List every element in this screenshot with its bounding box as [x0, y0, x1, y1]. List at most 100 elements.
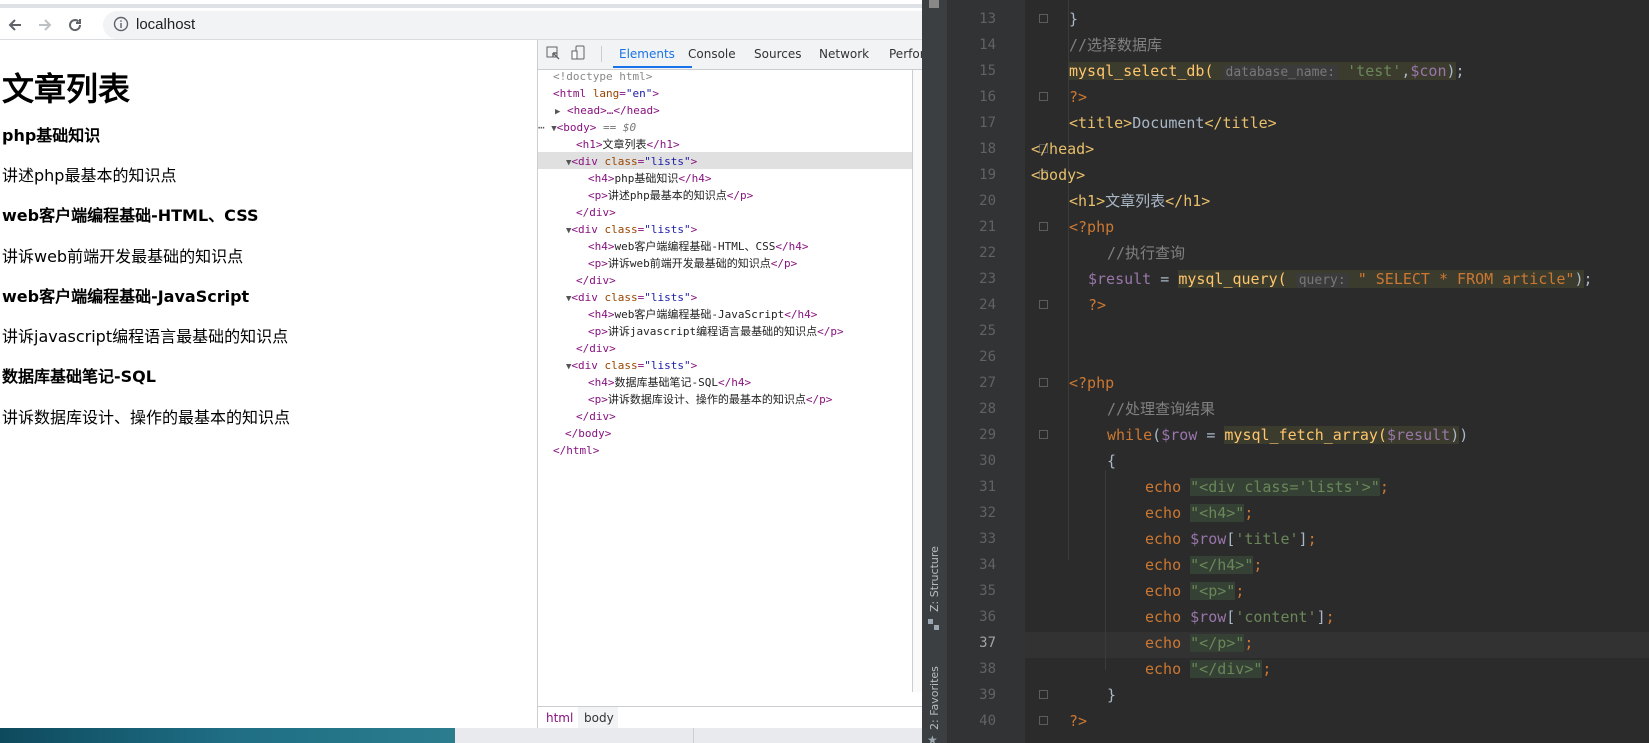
line-number-gutter: 13 14 15 16 17 18 19 20 21 22 23 24 25 2… [948, 0, 1048, 743]
divider [601, 46, 602, 62]
code-line: <?php [1069, 218, 1115, 236]
code-line: <?php [1069, 374, 1115, 392]
article-content: 讲述php最基本的知识点 [2, 166, 177, 185]
line-number: 14 [979, 37, 996, 53]
devtools-panel: Elements Console Sources Network Perfor … [537, 40, 922, 728]
line-number: 17 [979, 115, 996, 131]
code-line: echo $row['content']; [1145, 608, 1335, 626]
code-line: ?> [1088, 296, 1107, 314]
line-number: 22 [979, 245, 996, 261]
structure-icon [928, 618, 940, 636]
breadcrumb-body[interactable]: body [584, 711, 614, 725]
dom-body-open[interactable]: ⋯ ▼<body> == $0 [538, 119, 636, 136]
article-title: web客户端编程基础-HTML、CSS [2, 206, 259, 225]
page-title: 文章列表 [2, 70, 131, 108]
code-line: echo "</h4>"; [1145, 556, 1263, 574]
code-line: //执行查询 [1107, 244, 1186, 262]
dom-div-close[interactable]: </div> [576, 408, 616, 425]
reload-icon[interactable] [64, 14, 86, 36]
url-text: localhost [136, 16, 196, 33]
dom-p[interactable]: <p>讲诉javascript编程语言最基础的知识点</p> [588, 323, 844, 340]
desktop-background [0, 728, 455, 743]
line-number: 40 [979, 713, 996, 729]
dom-head[interactable]: ▶ <head>…</head> [555, 102, 660, 119]
line-number: 26 [979, 349, 996, 365]
page-content: 文章列表 php基础知识 讲述php最基本的知识点 web客户端编程基础-HTM… [0, 40, 537, 728]
dom-p[interactable]: <p>讲述php最基本的知识点</p> [588, 187, 753, 204]
line-number: 39 [979, 687, 996, 703]
dom-html-open[interactable]: <html lang="en"> [553, 85, 659, 102]
line-number: 19 [979, 167, 996, 183]
article-content: 讲诉web前端开发最基础的知识点 [2, 247, 244, 266]
dom-p[interactable]: <p>讲诉web前端开发最基础的知识点</p> [588, 255, 797, 272]
dom-div-lists[interactable]: ▼<div class="lists"> [566, 221, 697, 238]
browser-window: localhost 文章列表 php基础知识 讲述php最基本的知识点 web客… [0, 0, 922, 728]
dom-h4[interactable]: <h4>web客户端编程基础-HTML、CSS</h4> [588, 238, 808, 255]
code-line: <body> [1031, 166, 1086, 184]
info-icon[interactable] [113, 16, 129, 37]
devtools-tabbar: Elements Console Sources Network Perfor [538, 40, 922, 70]
dom-h4[interactable]: <h4>php基础知识</h4> [588, 170, 712, 187]
line-number: 32 [979, 505, 996, 521]
dom-body-close[interactable]: </body> [565, 425, 611, 442]
article-title: 数据库基础笔记-SQL [2, 367, 156, 386]
code-line: } [1107, 686, 1117, 704]
code-line: while($row = mysql_fetch_array($result)) [1107, 426, 1469, 444]
current-line-highlight [1025, 632, 1649, 658]
code-line: echo "</div>"; [1145, 660, 1272, 678]
line-number: 33 [979, 531, 996, 547]
tool-window-structure[interactable]: Z: Structure [928, 546, 941, 612]
dom-html-close[interactable]: </html> [553, 442, 599, 459]
taskbar-area [455, 728, 922, 743]
dom-div-lists[interactable]: ▼<div class="lists"> [566, 153, 697, 170]
code-editor[interactable]: } //选择数据库 mysql_select_db( database_name… [1025, 0, 1649, 743]
tab-elements[interactable]: Elements [619, 47, 675, 61]
dom-h4[interactable]: <h4>web客户端编程基础-JavaScript</h4> [588, 306, 817, 323]
code-line: echo "<p>"; [1145, 582, 1245, 600]
code-line: //处理查询结果 [1107, 400, 1216, 418]
styles-pane-edge[interactable] [912, 70, 922, 692]
dom-div-close[interactable]: </div> [576, 204, 616, 221]
dom-div-lists[interactable]: ▼<div class="lists"> [566, 289, 697, 306]
code-line: </head> [1031, 140, 1095, 158]
project-icon[interactable] [929, 0, 939, 8]
indent-guide [1105, 470, 1106, 670]
line-number-current: 37 [979, 635, 996, 651]
tab-performance[interactable]: Perfor [889, 47, 922, 61]
forward-icon[interactable] [34, 14, 56, 36]
dom-h1[interactable]: <h1>文章列表</h1> [576, 136, 680, 153]
breadcrumb-html[interactable]: html [546, 711, 573, 725]
code-line: <h1>文章列表</h1> [1069, 192, 1211, 210]
dom-div-close[interactable]: </div> [576, 340, 616, 357]
tab-sources[interactable]: Sources [754, 47, 801, 61]
back-icon[interactable] [4, 14, 26, 36]
line-number: 38 [979, 661, 996, 677]
line-number: 24 [979, 297, 996, 313]
code-line: echo $row['title']; [1145, 530, 1317, 548]
line-number: 20 [979, 193, 996, 209]
code-line: echo "<div class='lists'>"; [1145, 478, 1389, 496]
line-number: 23 [979, 271, 996, 287]
code-line: <title>Document</title> [1069, 114, 1277, 132]
dom-h4[interactable]: <h4>数据库基础笔记-SQL</h4> [588, 374, 751, 391]
line-number: 29 [979, 427, 996, 443]
inspect-element-icon[interactable] [546, 46, 561, 66]
line-number: 31 [979, 479, 996, 495]
breadcrumb: html body [538, 706, 922, 728]
dom-doctype[interactable]: <!doctype html> [553, 68, 652, 85]
tab-console[interactable]: Console [688, 47, 736, 61]
code-line-current: echo "</p>"; [1145, 634, 1254, 652]
address-bar[interactable]: localhost [103, 11, 922, 39]
dom-div-lists[interactable]: ▼<div class="lists"> [566, 357, 697, 374]
tab-network[interactable]: Network [819, 47, 869, 61]
device-toolbar-icon[interactable] [571, 45, 586, 66]
dom-div-close[interactable]: </div> [576, 272, 616, 289]
dom-p[interactable]: <p>讲诉数据库设计、操作的最基本的知识点</p> [588, 391, 832, 408]
tool-window-favorites[interactable]: 2: Favorites [928, 666, 941, 730]
line-number: 16 [979, 89, 996, 105]
code-line: ?> [1069, 712, 1088, 730]
ide-tool-window-bar: Z: Structure 2: Favorites ★ [922, 0, 948, 743]
line-number: 27 [979, 375, 996, 391]
line-number: 34 [979, 557, 996, 573]
code-line: { [1107, 452, 1117, 470]
